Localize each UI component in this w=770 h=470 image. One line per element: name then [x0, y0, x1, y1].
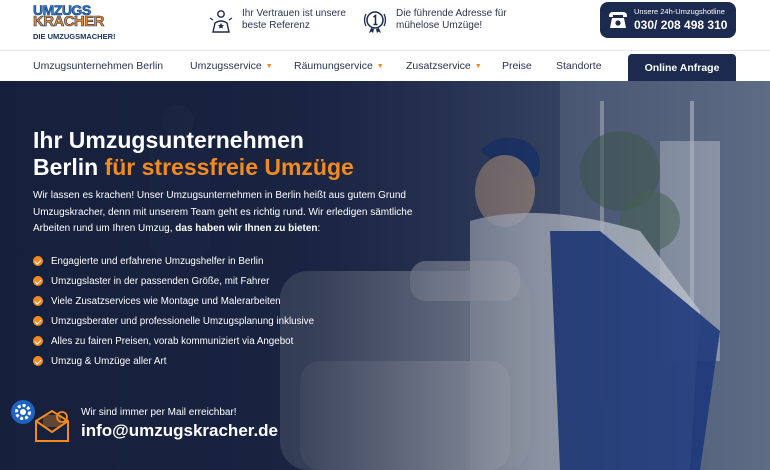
nav-item-standorte[interactable]: Standorte	[556, 60, 602, 72]
trophy-person-icon	[209, 10, 233, 33]
online-anfrage-button[interactable]: Online Anfrage	[628, 54, 736, 82]
medal-number-one-icon	[363, 11, 387, 34]
feature-text: Alles zu fairen Preisen, vorab kommunizi…	[51, 335, 294, 347]
list-item: Viele Zusatzservices wie Montage und Mal…	[33, 291, 314, 311]
usp-leading-text: Die führende Adresse für mühelose Umzüge…	[396, 8, 507, 31]
check-circle-icon	[33, 356, 43, 366]
check-circle-icon	[33, 256, 43, 266]
logo-tagline: DIE UMZUGSMACHER!	[33, 32, 116, 41]
usp-trust: Ihr Vertrauen ist unsere beste Referenz	[208, 8, 362, 34]
nav-item-zusatzservice[interactable]: Zusatzservice ▼	[406, 60, 482, 72]
list-item: Engagierte und erfahrene Umzugshelfer in…	[33, 251, 314, 271]
mail-label: Wir sind immer per Mail erreichbar!	[81, 407, 237, 418]
nav-item-label: Standorte	[556, 60, 602, 72]
feature-text: Umzugslaster in der passenden Größe, mit…	[51, 275, 270, 287]
feature-text: Umzug & Umzüge aller Art	[51, 355, 167, 367]
intro-bold: das haben wir Ihnen zu bieten	[175, 223, 318, 234]
envelope-icon	[35, 409, 69, 442]
nav-item-umzugsunternehmen-berlin[interactable]: Umzugsunternehmen Berlin	[33, 60, 163, 72]
mail-address-link[interactable]: info@umzugskracher.de	[81, 421, 278, 441]
nav-item-preise[interactable]: Preise	[502, 60, 532, 72]
headline-line1: Ihr Umzugsunternehmen	[33, 127, 304, 153]
nav-item-label: Zusatzservice	[406, 60, 471, 72]
check-circle-icon	[33, 296, 43, 306]
nav-item-label: Preise	[502, 60, 532, 72]
nav-item-umzugsservice[interactable]: Umzugsservice ▼	[190, 60, 273, 72]
list-item: Umzug & Umzüge aller Art	[33, 351, 314, 371]
headline-line2-accent: für stressfreie Umzüge	[104, 154, 354, 180]
list-item: Umzugsberater und professionelle Umzugsp…	[33, 311, 314, 331]
check-circle-icon	[33, 336, 43, 346]
feature-text: Viele Zusatzservices wie Montage und Mal…	[51, 295, 281, 307]
hotline-box[interactable]: Unsere 24h-Umzugshotline 030/ 208 498 31…	[600, 2, 736, 38]
nav-item-label: Umzugsservice	[190, 60, 262, 72]
feature-text: Engagierte und erfahrene Umzugshelfer in…	[51, 255, 264, 267]
usp-leading: Die führende Adresse für mühelose Umzüge…	[362, 8, 516, 34]
intro-end: :	[317, 223, 321, 234]
hotline-label: Unsere 24h-Umzugshotline	[634, 7, 725, 16]
caret-down-icon: ▼	[265, 63, 273, 70]
logo-line2: KRACHER	[33, 13, 105, 30]
nav-item-raeumungservice[interactable]: Räumungservice ▼	[294, 60, 384, 72]
hero-section: Ihr Umzugsunternehmen Berlin für stressf…	[0, 81, 770, 470]
usp-trust-text: Ihr Vertrauen ist unsere beste Referenz	[242, 8, 346, 31]
cookie-settings-gear-icon[interactable]	[10, 399, 36, 425]
hero-headline: Ihr Umzugsunternehmen Berlin für stressf…	[33, 127, 453, 181]
list-item: Alles zu fairen Preisen, vorab kommunizi…	[33, 331, 314, 351]
top-header: UMZUGS KRACHER DIE UMZUGSMACHER! Ihr Ver…	[0, 0, 770, 50]
phone-icon	[609, 12, 627, 28]
check-circle-icon	[33, 276, 43, 286]
main-navigation: Umzugsunternehmen Berlin Umzugsservice ▼ …	[0, 50, 770, 82]
hero-intro: Wir lassen es krachen! Unser Umzugsunter…	[33, 188, 433, 238]
umzugskracher-logo[interactable]: UMZUGS KRACHER DIE UMZUGSMACHER!	[33, 3, 123, 43]
headline-line2-plain: Berlin	[33, 154, 105, 180]
caret-down-icon: ▼	[376, 63, 384, 70]
nav-item-label: Räumungservice	[294, 60, 373, 72]
feature-list: Engagierte und erfahrene Umzugshelfer in…	[33, 251, 314, 371]
list-item: Umzugslaster in der passenden Größe, mit…	[33, 271, 314, 291]
caret-down-icon: ▼	[474, 63, 482, 70]
feature-text: Umzugsberater und professionelle Umzugsp…	[51, 315, 315, 327]
nav-item-label: Umzugsunternehmen Berlin	[33, 60, 164, 72]
check-circle-icon	[33, 316, 43, 326]
hotline-number[interactable]: 030/ 208 498 310	[634, 18, 727, 32]
